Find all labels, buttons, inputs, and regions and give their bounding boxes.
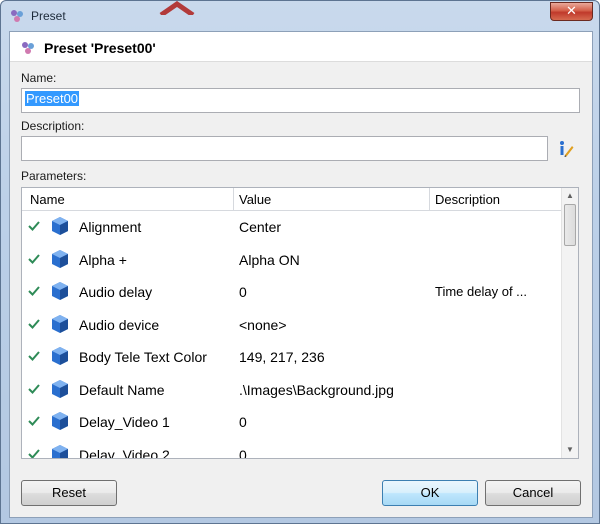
parameter-row[interactable]: Audio delay 0 Time delay of ...: [22, 276, 562, 308]
preset-icon: [22, 42, 34, 54]
parameter-cube-icon: [52, 314, 68, 333]
title-bar[interactable]: Preset ✕: [1, 1, 599, 31]
parameter-name: Alpha +: [79, 251, 127, 268]
reset-button[interactable]: Reset: [21, 480, 117, 506]
parameter-value: Center: [239, 219, 282, 235]
dialog-client: Preset 'Preset00' Name: Preset00 Descrip…: [9, 31, 593, 518]
check-icon: [28, 448, 40, 458]
vertical-scrollbar[interactable]: ▲ ▼: [561, 188, 578, 458]
column-header-value[interactable]: Value: [239, 192, 271, 207]
parameter-name: Body Tele Text Color: [79, 349, 207, 365]
parameter-cube-icon: [52, 347, 68, 365]
parameter-row[interactable]: Body Tele Text Color 149, 217, 236: [22, 341, 562, 373]
parameter-row[interactable]: Delay_Video 1 0: [22, 406, 562, 438]
column-header-description[interactable]: Description: [435, 192, 500, 207]
parameters-grid: Name Value Description Alignment Center Al…: [21, 187, 579, 459]
check-icon: [28, 318, 40, 329]
check-icon: [28, 383, 40, 394]
parameter-row[interactable]: Default Name .\Images\Background.jpg: [22, 374, 562, 406]
column-divider[interactable]: [233, 188, 234, 210]
check-icon: [28, 221, 40, 231]
scroll-up-icon[interactable]: ▲: [566, 191, 574, 200]
parameters-label: Parameters:: [21, 169, 87, 183]
parameter-name: Alignment: [79, 219, 142, 235]
cancel-button[interactable]: Cancel: [485, 480, 581, 506]
parameter-cube-icon: [52, 379, 68, 398]
name-field-value: Preset00: [25, 91, 80, 106]
parameter-row[interactable]: Alpha + Alpha ON: [22, 244, 562, 276]
parameter-cube-icon: [52, 412, 68, 430]
parameter-value: 0: [239, 284, 247, 300]
parameter-cube-icon: [52, 217, 68, 235]
description-label: Description:: [21, 119, 85, 133]
check-icon: [28, 416, 40, 426]
parameter-value: 149, 217, 236: [239, 349, 325, 365]
check-icon: [28, 253, 40, 264]
parameter-value: 0: [239, 446, 247, 459]
parameter-name: Delay_Video 1: [79, 414, 170, 430]
chevron-up-icon: [159, 1, 195, 15]
grid-header: Name Value Description: [22, 188, 562, 211]
parameter-name: Default Name: [79, 381, 165, 398]
column-divider[interactable]: [429, 188, 430, 210]
dialog-heading: Preset 'Preset00': [44, 40, 156, 56]
parameter-row[interactable]: Delay_Video 2 0: [22, 439, 562, 459]
parameter-row[interactable]: Audio device <none>: [22, 309, 562, 341]
parameter-value: <none>: [239, 316, 287, 333]
ok-button[interactable]: OK: [382, 480, 478, 506]
check-icon: [28, 286, 40, 296]
parameter-name: Delay_Video 2: [79, 446, 170, 459]
description-field[interactable]: [21, 136, 548, 161]
close-button[interactable]: ✕: [550, 2, 593, 21]
parameter-cube-icon: [52, 249, 68, 268]
parameter-value: 0: [239, 414, 247, 430]
parameter-value: Alpha ON: [239, 251, 300, 268]
parameter-name: Audio delay: [79, 284, 153, 300]
scroll-down-icon[interactable]: ▼: [566, 445, 574, 454]
preset-dialog-window: Preset ✕ Preset 'Preset00' Name: Preset0…: [0, 0, 600, 524]
name-field[interactable]: Preset00: [21, 88, 580, 113]
app-icon: [11, 10, 23, 22]
parameter-cube-icon: [52, 444, 68, 458]
parameter-name: Audio device: [79, 316, 160, 333]
scroll-thumb[interactable]: [564, 204, 576, 246]
name-label: Name:: [21, 71, 57, 85]
header-strip: Preset 'Preset00': [10, 32, 592, 62]
window-title: Preset: [31, 9, 66, 23]
parameter-row[interactable]: Alignment Center: [22, 211, 562, 243]
parameter-value: .\Images\Background.jpg: [239, 381, 394, 398]
parameter-cube-icon: [52, 282, 68, 300]
info-edit-icon[interactable]: [556, 140, 574, 158]
check-icon: [28, 351, 40, 361]
column-header-name[interactable]: Name: [30, 192, 65, 207]
close-icon: ✕: [566, 3, 577, 18]
parameter-description: Time delay of ...: [435, 284, 527, 299]
